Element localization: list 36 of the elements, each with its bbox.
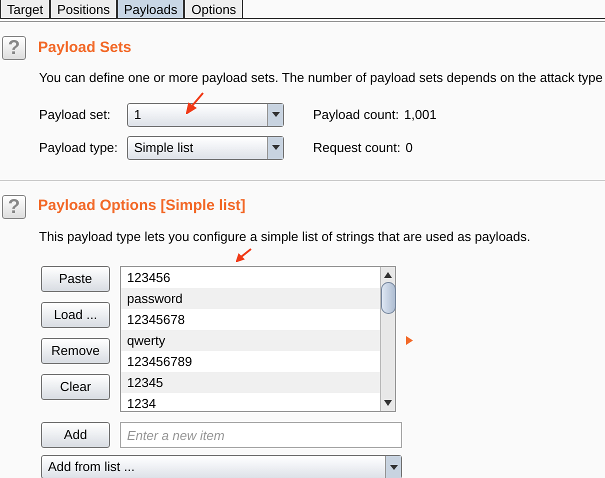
- dropdown-arrow-icon: [390, 464, 398, 470]
- info-label: Request count:: [313, 138, 400, 157]
- info-value: 0: [405, 138, 413, 157]
- annotation-arrow-icon: [186, 92, 204, 114]
- tab[interactable]: Target: [0, 0, 50, 18]
- dropdown[interactable]: 1: [127, 102, 284, 126]
- scrollbar[interactable]: [380, 267, 395, 411]
- dropdown-arrow-icon: [272, 145, 280, 150]
- tab[interactable]: Payloads: [116, 0, 184, 18]
- dropdown-arrow-icon: [272, 112, 280, 117]
- list-item[interactable]: qwerty: [121, 330, 380, 351]
- button[interactable]: Load ...: [41, 302, 110, 328]
- dropdown[interactable]: Simple list: [127, 136, 284, 160]
- expand-arrow-icon[interactable]: [406, 336, 413, 345]
- info-label: Payload count:: [313, 106, 400, 124]
- section-title: Payload Sets: [38, 38, 132, 58]
- section-title: Payload Options [Simple list]: [38, 196, 246, 216]
- button[interactable]: Paste: [41, 266, 110, 292]
- scroll-thumb[interactable]: [380, 282, 396, 314]
- list-item[interactable]: password: [121, 288, 380, 309]
- scroll-down-icon[interactable]: [384, 398, 392, 408]
- field-label: Payload type:: [39, 138, 119, 157]
- info-value: 1,001: [404, 106, 437, 124]
- list-item[interactable]: 12345: [121, 372, 380, 393]
- button[interactable]: Remove: [41, 338, 110, 364]
- annotation-arrow-icon: [236, 248, 252, 262]
- button[interactable]: Clear: [41, 374, 110, 400]
- new-item-field[interactable]: Enter a new item: [120, 422, 402, 448]
- tab[interactable]: Positions: [50, 0, 117, 18]
- section-description: This payload type lets you configure a simple list of strings that are used as payloads.: [38, 228, 532, 246]
- button[interactable]: Add: [41, 422, 110, 448]
- scroll-up-icon[interactable]: [384, 270, 392, 280]
- section-description: You can define one or more payload sets. The number of payload sets depends on the attack type: [38, 69, 604, 87]
- dropdown[interactable]: Add from list ...: [41, 455, 402, 478]
- field-label: Payload set:: [39, 106, 112, 124]
- tab[interactable]: Options: [184, 0, 244, 18]
